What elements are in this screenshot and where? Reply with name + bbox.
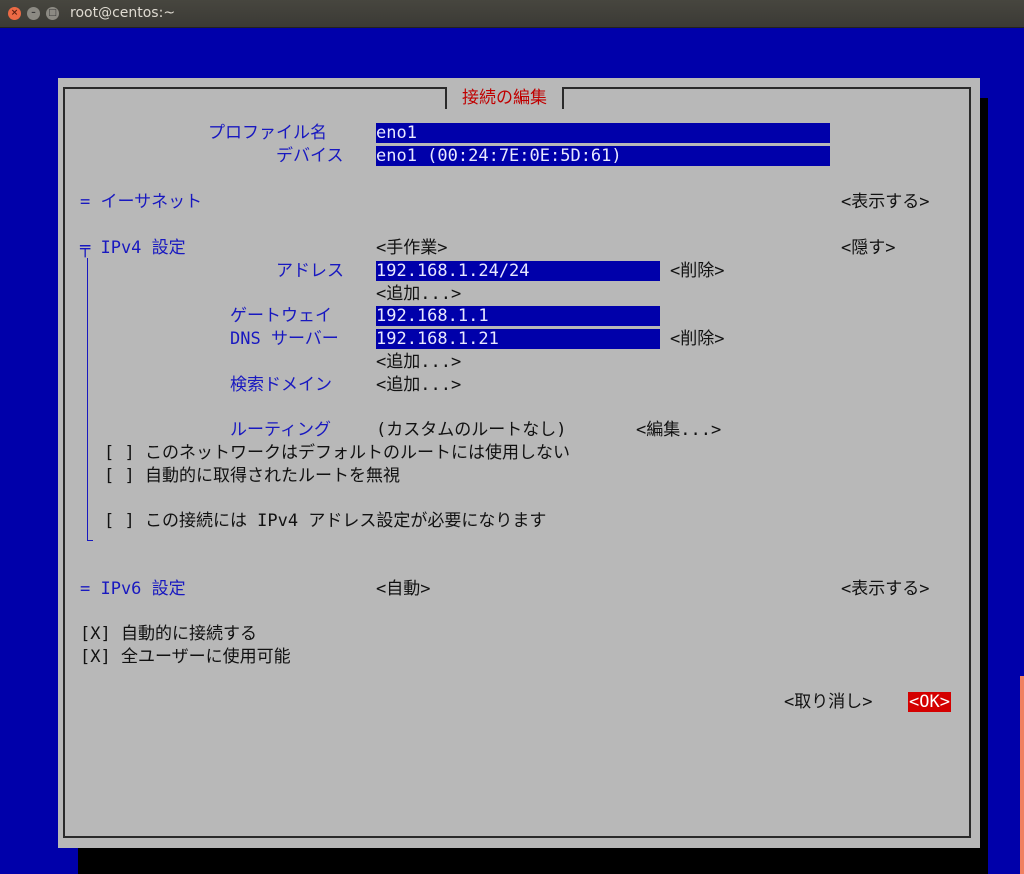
routing-label: ルーティング <box>230 420 331 440</box>
gateway-value: 192.168.1.1 <box>376 306 660 326</box>
require-ipv4-checkbox[interactable]: [ ] この接続には IPv4 アドレス設定が必要になります <box>104 511 546 531</box>
address-remove-button[interactable]: <削除> <box>670 261 724 281</box>
terminal-edge-strip <box>1020 676 1024 874</box>
window-minimize-button[interactable]: – <box>27 7 40 20</box>
ignore-auto-routes-checkbox[interactable]: [ ] 自動的に取得されたルートを無視 <box>104 466 400 486</box>
ipv6-show-button[interactable]: <表示する> <box>841 579 929 599</box>
device-value: eno1 (00:24:7E:0E:5D:61) <box>376 146 830 166</box>
cancel-button[interactable]: <取り消し> <box>784 692 872 712</box>
window-titlebar: × – □ root@centos:~ <box>0 0 1024 28</box>
search-domain-add-button[interactable]: <追加...> <box>376 375 461 395</box>
search-domain-label: 検索ドメイン <box>230 375 332 395</box>
device-field[interactable]: eno1 (00:24:7E:0E:5D:61) <box>376 146 830 166</box>
device-label: デバイス <box>276 146 344 166</box>
ipv6-mode-dropdown[interactable]: <自動> <box>376 579 430 599</box>
dns-remove-button[interactable]: <削除> <box>670 329 724 349</box>
ipv4-mode-dropdown[interactable]: <手作業> <box>376 238 447 258</box>
routing-value: (カスタムのルートなし) <box>376 420 567 440</box>
autoconnect-checkbox[interactable]: [X] 自動的に接続する <box>80 624 257 644</box>
address-value: 192.168.1.24/24 <box>376 261 660 281</box>
ipv6-section-label: = IPv6 設定 <box>80 579 186 599</box>
edit-connection-dialog: 接続の編集 プロファイル名 eno1 デバイス eno1 (00:24:7E:0… <box>58 78 980 848</box>
window-close-button[interactable]: × <box>8 7 21 20</box>
window-maximize-button[interactable]: □ <box>46 7 59 20</box>
dns-server-label: DNS サーバー <box>230 329 339 349</box>
dns-server-value: 192.168.1.21 <box>376 329 660 349</box>
address-add-button[interactable]: <追加...> <box>376 284 461 304</box>
profile-name-field[interactable]: eno1 <box>376 123 830 143</box>
ipv4-section-label: ╤ IPv4 設定 <box>80 238 186 258</box>
dns-add-button[interactable]: <追加...> <box>376 352 461 372</box>
window-title: root@centos:~ <box>70 5 176 21</box>
dns-server-field[interactable]: 192.168.1.21 <box>376 329 660 349</box>
dialog-title: 接続の編集 <box>445 87 564 109</box>
profile-name-label: プロファイル名 <box>208 123 327 143</box>
ethernet-show-button[interactable]: <表示する> <box>841 192 929 212</box>
terminal-area: 接続の編集 プロファイル名 eno1 デバイス eno1 (00:24:7E:0… <box>0 28 1024 874</box>
address-field[interactable]: 192.168.1.24/24 <box>376 261 660 281</box>
ipv4-tree-line <box>87 258 89 540</box>
gateway-label: ゲートウェイ <box>230 306 332 326</box>
routing-edit-button[interactable]: <編集...> <box>636 420 721 440</box>
ethernet-section-label: = イーサネット <box>80 192 203 212</box>
gateway-field[interactable]: 192.168.1.1 <box>376 306 660 326</box>
address-label: アドレス <box>276 261 344 281</box>
never-default-route-checkbox[interactable]: [ ] このネットワークはデフォルトのルートには使用しない <box>104 443 570 463</box>
all-users-checkbox[interactable]: [X] 全ユーザーに使用可能 <box>80 647 291 667</box>
profile-name-value: eno1 <box>376 123 830 143</box>
ipv4-tree-end <box>87 540 93 542</box>
ok-button[interactable]: <OK> <box>908 692 951 712</box>
ipv4-hide-button[interactable]: <隠す> <box>841 238 895 258</box>
